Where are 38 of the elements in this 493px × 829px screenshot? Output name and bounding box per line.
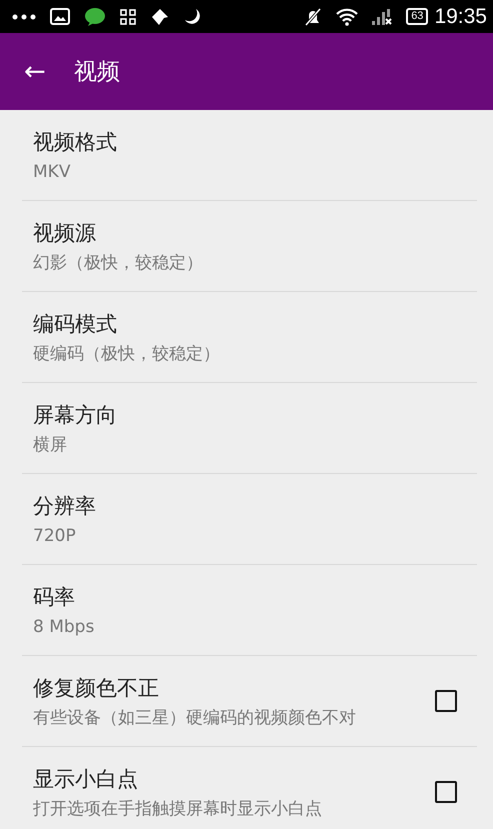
setting-summary: 8 Mbps [33,616,96,638]
setting-title: 码率 [33,584,76,610]
clock: 19:35 [434,4,487,28]
setting-title: 分辨率 [33,492,97,520]
settings-item[interactable]: 修复颜色不正 有些设备（如三星）硬编码的视频颜色不对 [22,656,477,747]
page-title: 视频 [74,58,120,87]
chat-icon [84,6,106,26]
muted-bell-icon [304,8,322,26]
setting-title: 显示小白点 [33,766,139,792]
settings-item[interactable]: 编码模式 硬编码（极快，较稳定） [22,292,477,383]
back-button[interactable]: ← [0,56,74,88]
setting-summary: 720P [33,526,77,546]
setting-summary: 有些设备（如三星）硬编码的视频颜色不对 [33,708,357,728]
grid-icon [120,8,136,24]
moon-icon [184,8,202,26]
setting-summary: 幻影（极快，较稳定） [33,252,204,274]
settings-item[interactable]: 屏幕方向 横屏 [22,383,477,474]
settings-item[interactable]: 视频源 幻影（极快，较稳定） [22,201,477,292]
image-icon [50,8,70,25]
setting-title: 视频源 [33,220,97,246]
setting-summary: 硬编码（极快，较稳定） [33,344,221,364]
setting-title: 修复颜色不正 [33,674,160,702]
checkbox[interactable] [435,690,457,712]
battery-level: 63 [406,8,428,25]
wifi-icon [336,8,358,26]
settings-item[interactable]: 显示小白点 打开选项在手指触摸屏幕时显示小白点 [22,747,477,829]
checkbox[interactable] [435,781,457,803]
setting-title: 屏幕方向 [33,402,118,428]
more-icon [12,14,36,20]
setting-summary: MKV [33,162,72,182]
setting-summary: 打开选项在手指触摸屏幕时显示小白点 [33,798,323,820]
settings-item[interactable]: 分辨率 720P [22,474,477,565]
settings-item[interactable]: 码率 8 Mbps [22,565,477,656]
setting-title: 编码模式 [33,310,118,338]
setting-summary: 横屏 [33,434,68,456]
settings-item[interactable]: 视频格式 MKV [22,110,477,201]
setting-title: 视频格式 [33,128,118,156]
signal-icon [372,8,392,24]
